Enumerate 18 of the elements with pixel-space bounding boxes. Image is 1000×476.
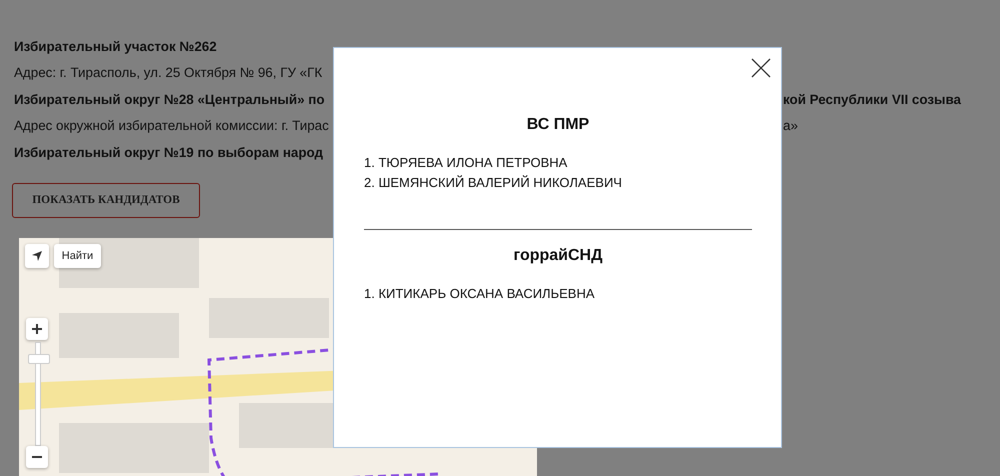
info-text: Избирательный участок №262 [14,38,217,54]
zoom-out-icon[interactable] [26,446,48,468]
candidate-name: 2. ШЕМЯНСКИЙ ВАЛЕРИЙ НИКОЛАЕВИЧ [364,174,623,192]
section-title: горрайСНД [512,247,604,265]
info-text: Избирательный округ №19 по выборам народ [14,144,324,160]
section-title: ВС ПМР [526,115,590,134]
info-text: а» [783,118,798,134]
zoom-slider-handle[interactable] [28,354,50,364]
find-button[interactable]: Найти [54,244,101,268]
info-text: кой Республики VII созыва [783,92,961,107]
candidate-name: 1. ТЮРЯЕВА ИЛОНА ПЕТРОВНА [364,154,568,172]
show-candidates-button[interactable]: ПОКАЗАТЬ КАНДИДАТОВ [12,182,200,218]
info-text: Адрес окружной избирательной комиссии: г. Тирас [14,118,329,134]
info-text: Избирательный округ №28 «Центральный» по [14,92,325,107]
close-icon[interactable] [751,58,771,78]
info-text: Адрес: г. Тирасполь, ул. 25 Октября № 96, ГУ «ГК [14,65,322,80]
candidate-name: 1. КИТИКАРЬ ОКСАНА ВАСИЛЬЕВНА [364,285,596,303]
zoom-in-icon[interactable] [26,318,48,340]
